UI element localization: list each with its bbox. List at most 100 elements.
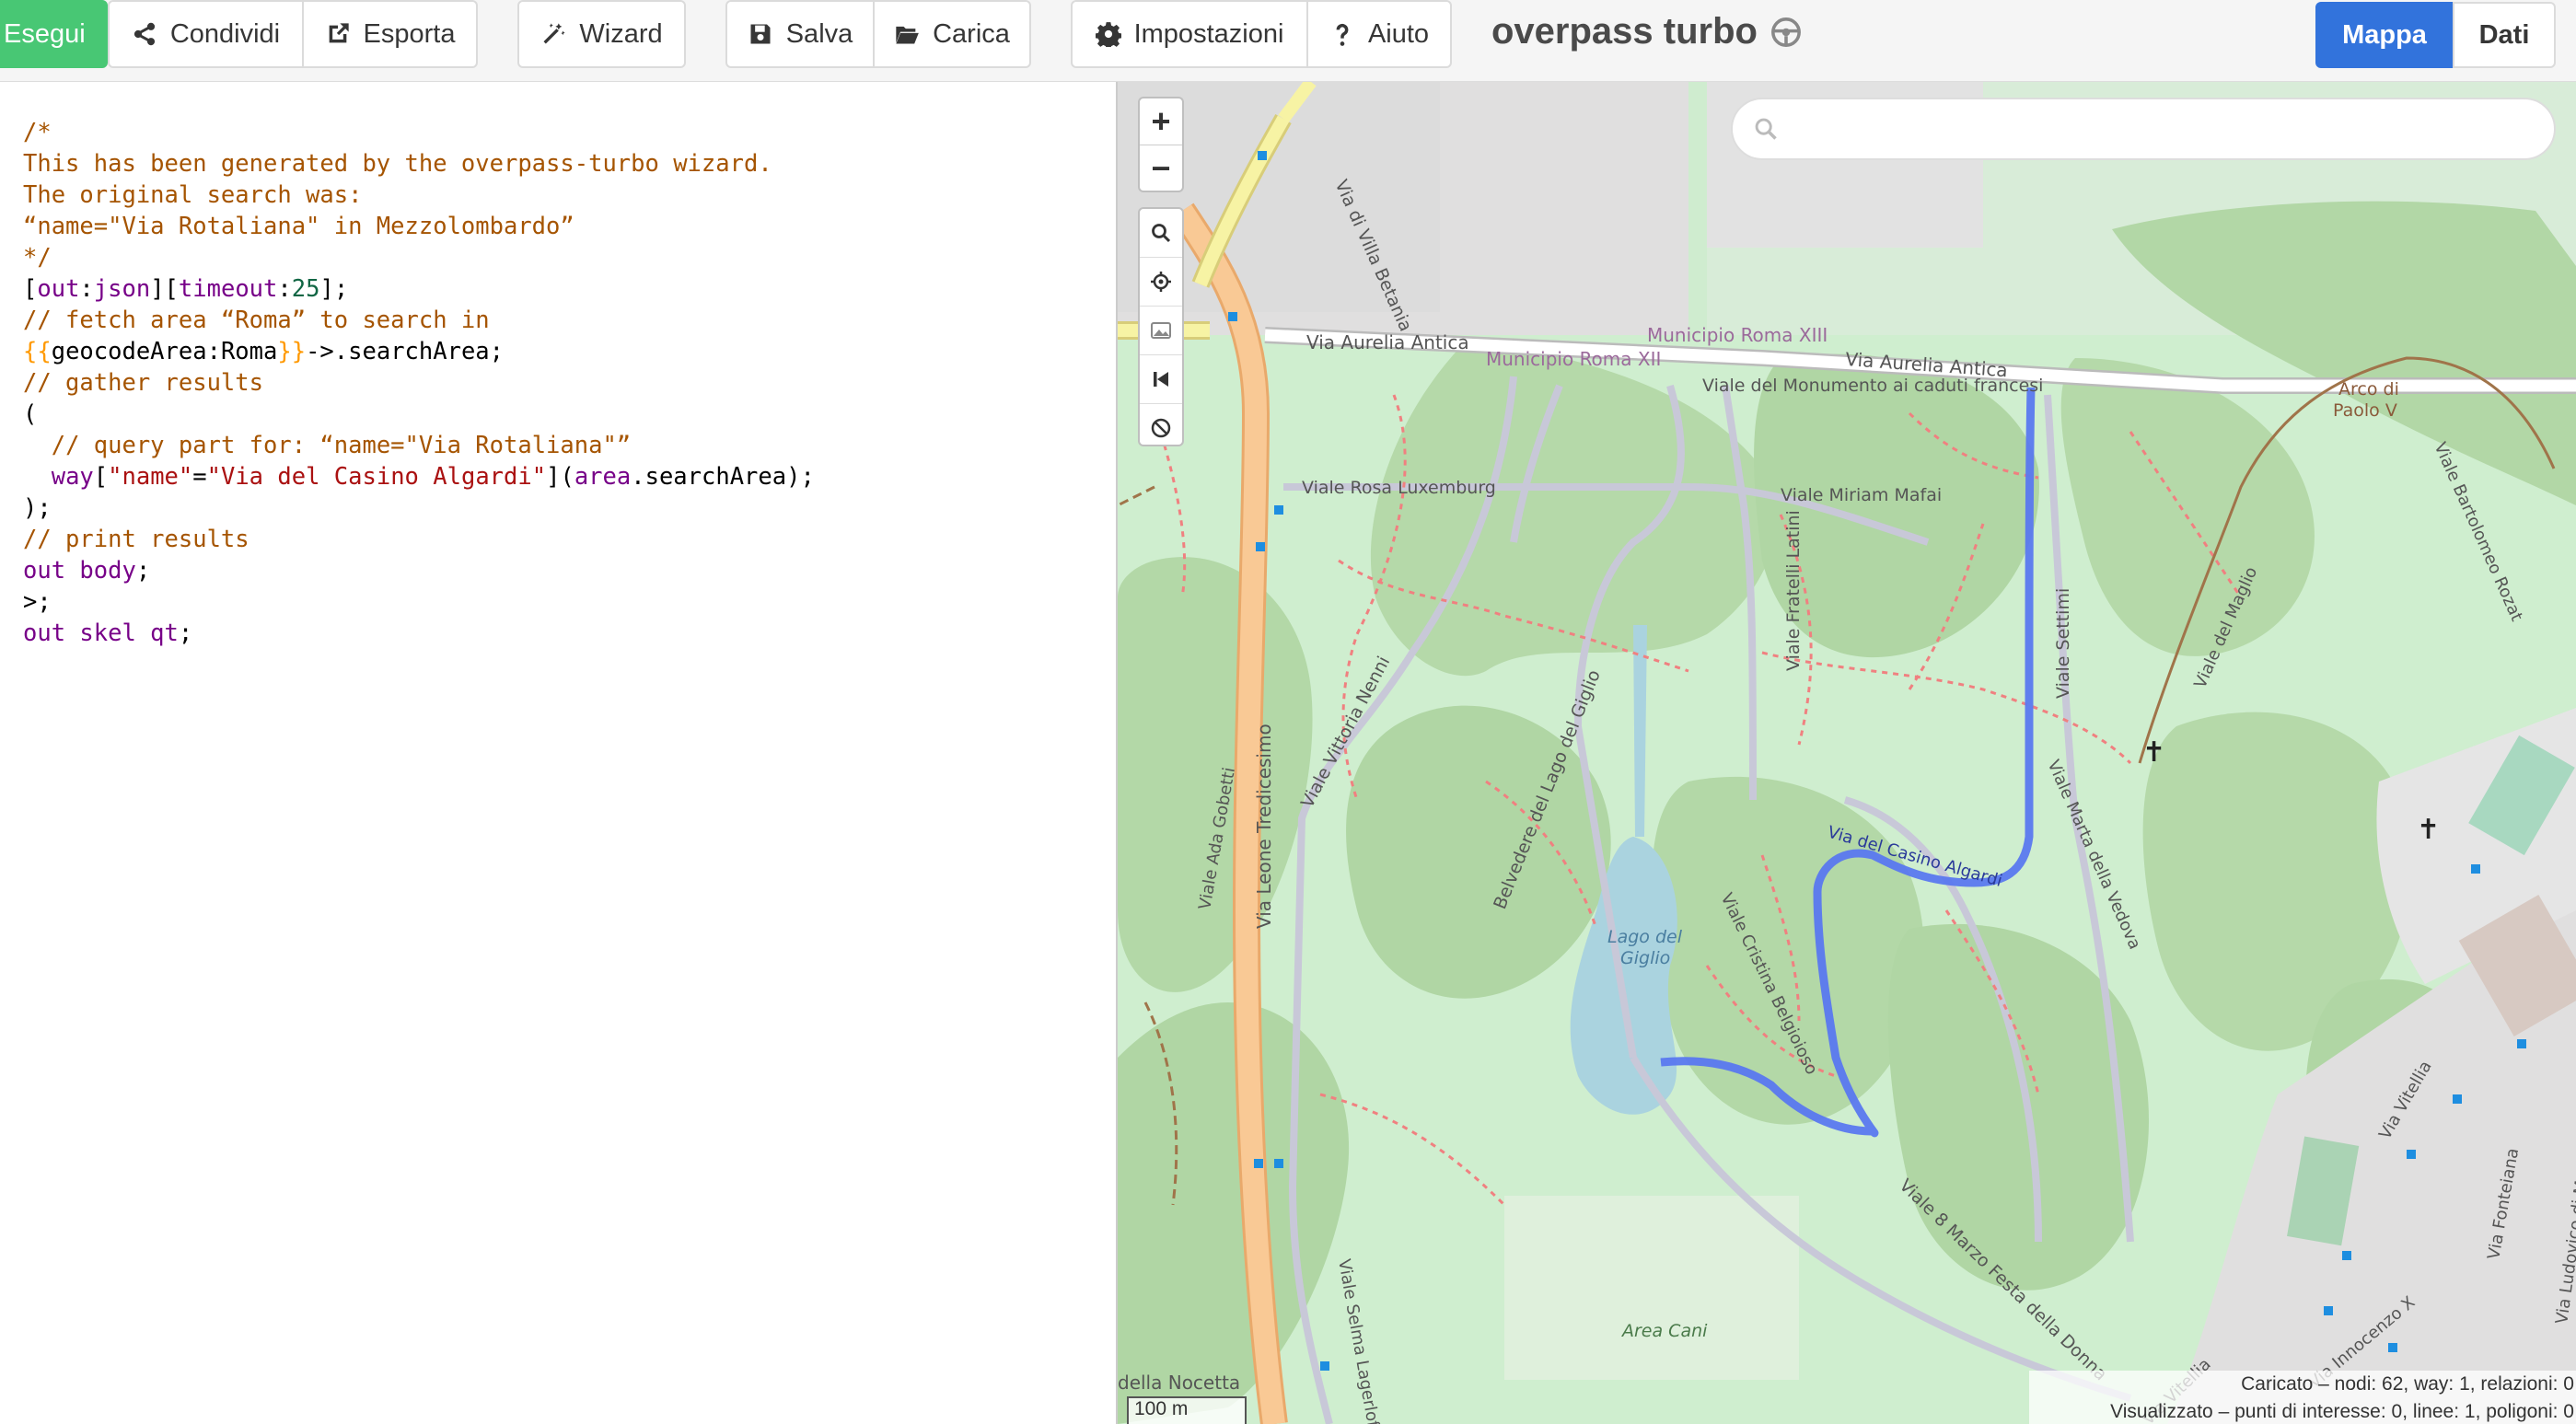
code-text: geocodeArea:Roma bbox=[51, 338, 278, 365]
settings-button[interactable]: Impostazioni bbox=[1071, 0, 1308, 68]
wizard-button[interactable]: Wizard bbox=[517, 0, 686, 68]
query-editor[interactable]: /* This has been generated by the overpa… bbox=[0, 82, 1118, 1424]
external-link-icon bbox=[329, 23, 349, 43]
scale-label: 100 m bbox=[1134, 1398, 1189, 1419]
code-comment: This has been generated by the overpass-… bbox=[23, 150, 772, 178]
map-label: Via Vitellia bbox=[2375, 1058, 2436, 1143]
map-label: Municipio Roma XII bbox=[1486, 348, 1661, 370]
code-comment: “name="Via Rotaliana" in Mezzolombardo” bbox=[23, 213, 574, 240]
code-template: }} bbox=[277, 338, 307, 365]
help-label: Aiuto bbox=[1367, 18, 1430, 49]
code-text: ->.searchArea; bbox=[306, 338, 505, 365]
floppy-disk-icon bbox=[750, 24, 771, 44]
save-button[interactable]: Salva bbox=[725, 0, 875, 68]
map-label: Viale Rosa Luxemburg bbox=[1302, 478, 1496, 498]
map-label: Via Ludovico di Monreale bbox=[2552, 1117, 2576, 1326]
code-text: >; bbox=[23, 588, 52, 616]
code-comment: // query part for: “name="Via Rotaliana"… bbox=[51, 432, 632, 459]
map-label: Viale Ada Gobetti bbox=[1195, 766, 1239, 911]
map-label: Viale del Monumento ai caduti francesi bbox=[1702, 376, 2043, 396]
code-comment: // gather results bbox=[23, 369, 263, 397]
map-label: Lago del bbox=[1607, 927, 1683, 947]
share-icon bbox=[133, 22, 155, 46]
code-keyword: way bbox=[51, 463, 94, 491]
code-number: 25 bbox=[291, 275, 320, 303]
wizard-label: Wizard bbox=[579, 18, 663, 49]
map-label: Viale 8 Marzo Festa della Donna bbox=[1896, 1175, 2111, 1385]
share-button[interactable]: Condividi bbox=[108, 0, 304, 68]
map-label: Viale Selma Lagerlof bbox=[1334, 1257, 1383, 1424]
map-label: Belvedere del Lago del Giglio bbox=[1490, 667, 1605, 912]
stats-shown: Visualizzato – punti di interesse: 0, li… bbox=[2110, 1401, 2574, 1422]
code-string: "name" bbox=[108, 463, 193, 491]
code-comment: */ bbox=[23, 244, 52, 272]
map-label: Via di Villa Betania bbox=[1330, 177, 1415, 334]
search-icon bbox=[1755, 118, 1777, 140]
code-comment: // print results bbox=[23, 526, 249, 553]
map-label: Municipio Roma XIII bbox=[1647, 324, 1828, 346]
help-button[interactable]: Aiuto bbox=[1306, 0, 1452, 68]
app-title: overpass turbo bbox=[1491, 11, 1802, 52]
fit-data-button[interactable] bbox=[1140, 354, 1182, 403]
scale-bar: 100 m bbox=[1127, 1396, 1247, 1424]
magic-wand-icon bbox=[543, 23, 565, 44]
stats-panel: Caricato – nodi: 62, way: 1, relazioni: … bbox=[2029, 1371, 2576, 1424]
map-label: Via Fonteiana bbox=[2484, 1147, 2523, 1261]
image-icon bbox=[1151, 322, 1171, 339]
query-code[interactable]: /* This has been generated by the overpa… bbox=[23, 117, 815, 649]
gear-icon bbox=[1095, 22, 1121, 47]
tab-map[interactable]: Mappa bbox=[2315, 2, 2454, 68]
clear-button[interactable] bbox=[1140, 403, 1182, 452]
run-button[interactable]: Esegui bbox=[0, 0, 108, 68]
code-string: "Via del Casino Algardi" bbox=[206, 463, 547, 491]
save-label: Salva bbox=[785, 18, 853, 49]
map-label: Paolo V bbox=[2333, 400, 2397, 421]
map-search bbox=[1731, 98, 2556, 160]
search-location-button[interactable] bbox=[1140, 209, 1182, 257]
map-label: Via del Casino Algardi bbox=[1826, 823, 2004, 891]
code-keyword: area bbox=[574, 463, 632, 491]
map-view[interactable]: Via Aurelia Antica Via Aurelia Antica Mu… bbox=[1118, 82, 2576, 1424]
map-label: Viale Cristina Belgioioso bbox=[1717, 890, 1822, 1078]
folder-open-icon bbox=[896, 26, 919, 44]
code-comment: The original search was: bbox=[23, 181, 363, 209]
locate-button[interactable] bbox=[1140, 257, 1182, 306]
map-tools bbox=[1138, 207, 1184, 446]
map-label: Viale Bartolomeo Rozat bbox=[2430, 439, 2526, 624]
ban-icon bbox=[1151, 418, 1171, 438]
app-title-text: overpass turbo bbox=[1491, 11, 1758, 52]
toolbar: Esegui Condividi Esporta Wizard Salva Ca… bbox=[0, 0, 2576, 82]
map-label: Arco di bbox=[2338, 379, 2399, 399]
tab-map-label: Mappa bbox=[2342, 19, 2427, 50]
map-label: Viale Vittoria Nenni bbox=[1297, 653, 1394, 811]
run-label: Esegui bbox=[4, 18, 86, 49]
map-label: Giglio bbox=[1620, 948, 1670, 968]
export-label: Esporta bbox=[363, 18, 456, 49]
code-keyword: out skel qt bbox=[23, 619, 179, 647]
code-keyword: out bbox=[37, 275, 80, 303]
zoom-control: + − bbox=[1138, 97, 1184, 192]
crosshair-icon bbox=[1151, 272, 1171, 292]
zoom-in-button[interactable]: + bbox=[1140, 98, 1182, 145]
map-search-input[interactable] bbox=[1792, 113, 2532, 145]
question-mark-icon bbox=[1336, 23, 1349, 46]
settings-label: Impostazioni bbox=[1133, 18, 1284, 49]
code-keyword: out body bbox=[23, 557, 136, 585]
code-text: .searchArea); bbox=[631, 463, 815, 491]
map-label: Viale Settimi bbox=[2053, 588, 2073, 699]
map-label: Via Leone Tredicesimo bbox=[1253, 724, 1275, 929]
map-label: Viale Miriam Mafai bbox=[1781, 485, 1942, 505]
tab-data[interactable]: Dati bbox=[2453, 2, 2556, 68]
share-label: Condividi bbox=[169, 18, 281, 49]
map-label: della Nocetta bbox=[1118, 1372, 1240, 1394]
load-label: Carica bbox=[933, 18, 1010, 49]
zoom-out-button[interactable]: − bbox=[1140, 145, 1182, 191]
export-button[interactable]: Esporta bbox=[302, 0, 478, 68]
map-labels: Via Aurelia Antica Via Aurelia Antica Mu… bbox=[1118, 177, 2576, 1424]
stats-loaded: Caricato – nodi: 62, way: 1, relazioni: … bbox=[2241, 1373, 2574, 1395]
code-keyword: timeout bbox=[178, 275, 278, 303]
map-label: Viale del Maglio bbox=[2190, 564, 2261, 691]
load-button[interactable]: Carica bbox=[873, 0, 1031, 68]
layers-button[interactable] bbox=[1140, 306, 1182, 354]
skip-back-icon bbox=[1154, 372, 1168, 387]
